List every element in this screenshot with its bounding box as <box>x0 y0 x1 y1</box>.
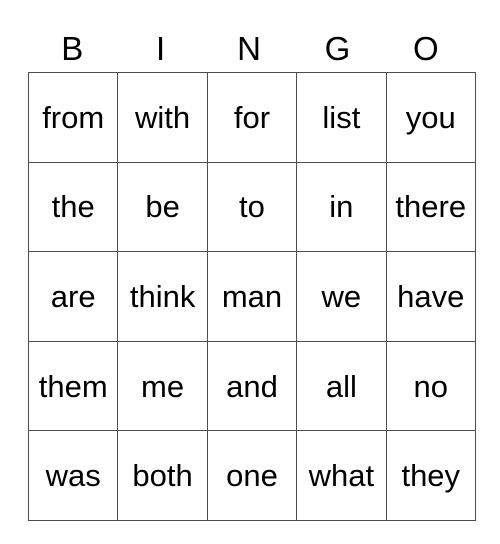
bingo-cell[interactable]: for <box>206 72 298 163</box>
bingo-cell[interactable]: we <box>296 251 387 342</box>
bingo-cell[interactable]: in <box>296 161 387 253</box>
bingo-cell[interactable]: no <box>385 340 476 432</box>
bingo-card: B I N G O from with for list you the be … <box>27 24 476 521</box>
bingo-cell[interactable]: with <box>117 72 208 163</box>
bingo-column-header-b: B <box>61 29 84 67</box>
bingo-cell[interactable]: to <box>206 161 298 253</box>
bingo-cell[interactable]: from <box>27 72 119 163</box>
bingo-row: from with for list you <box>27 72 476 163</box>
bingo-row: the be to in there <box>27 161 476 253</box>
bingo-row: are think man we have <box>27 251 476 342</box>
bingo-grid: from with for list you the be to in ther… <box>27 72 476 521</box>
bingo-cell[interactable]: one <box>206 430 298 521</box>
bingo-cell[interactable]: both <box>117 430 208 521</box>
bingo-row: was both one what they <box>27 430 476 521</box>
bingo-cell[interactable]: all <box>296 340 387 432</box>
bingo-cell[interactable]: me <box>117 340 208 432</box>
bingo-cell[interactable]: they <box>385 430 476 521</box>
bingo-cell[interactable]: are <box>27 251 119 342</box>
bingo-column-header-n: N <box>237 29 261 67</box>
bingo-header-row: B I N G O <box>28 24 470 72</box>
bingo-cell[interactable]: man <box>206 251 298 342</box>
bingo-column-header-g: G <box>324 29 351 67</box>
bingo-cell[interactable]: what <box>296 430 387 521</box>
bingo-cell[interactable]: you <box>385 72 476 163</box>
bingo-cell[interactable]: the <box>27 161 119 253</box>
bingo-cell[interactable]: them <box>27 340 119 432</box>
bingo-cell[interactable]: was <box>27 430 119 521</box>
bingo-cell[interactable]: think <box>117 251 208 342</box>
bingo-cell[interactable]: be <box>117 161 208 253</box>
bingo-cell[interactable]: list <box>296 72 387 163</box>
bingo-cell[interactable]: there <box>385 161 476 253</box>
bingo-cell[interactable]: and <box>206 340 298 432</box>
bingo-column-header-i: I <box>156 29 166 67</box>
bingo-cell[interactable]: have <box>385 251 476 342</box>
bingo-row: them me and all no <box>27 340 476 432</box>
bingo-column-header-o: O <box>412 29 439 67</box>
